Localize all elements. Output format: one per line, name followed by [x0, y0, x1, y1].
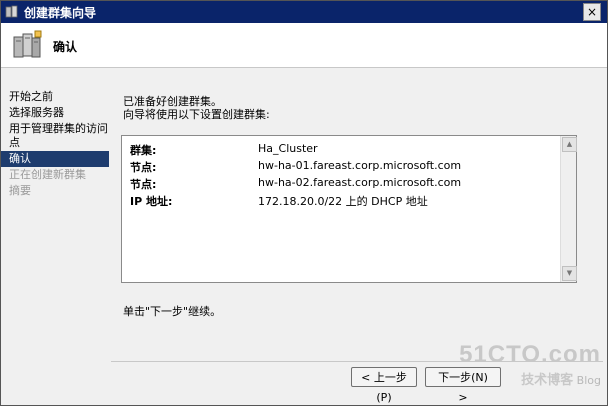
wizard-steps: 开始之前 选择服务器 用于管理群集的访问点 确认 正在创建新群集 摘要: [1, 89, 109, 405]
scroll-up-icon[interactable]: ▲: [562, 137, 577, 152]
setting-key: IP 地址:: [130, 195, 173, 208]
settings-row: IP 地址: 172.18.20.0/22 上的 DHCP 地址: [130, 193, 428, 209]
cluster-servers-icon: [13, 30, 42, 58]
step-before-you-begin[interactable]: 开始之前: [1, 89, 109, 105]
watermark-site: 51CTO.com: [459, 341, 601, 368]
wizard-window: 创建群集向导 × 确认 开始之前 选择服务器 用于管理群集的访问点 确认 正在创…: [0, 0, 608, 406]
step-select-servers[interactable]: 选择服务器: [1, 105, 109, 121]
setting-value: 172.18.20.0/22 上的 DHCP 地址: [258, 195, 428, 208]
watermark-blog: Blog: [576, 374, 601, 387]
close-button[interactable]: ×: [583, 3, 601, 21]
title-bar: 创建群集向导 ×: [1, 1, 607, 23]
close-icon: ×: [586, 5, 598, 19]
intro-text: 已准备好创建群集。 向导将使用以下设置创建群集:: [123, 95, 270, 121]
setting-key: 节点:: [130, 178, 157, 191]
settings-listbox[interactable]: 群集: Ha_Cluster 节点: hw-ha-01.fareast.corp…: [121, 135, 577, 283]
watermark-tech-blog: 技术博客: [521, 373, 574, 388]
app-icon: [5, 5, 18, 18]
previous-button[interactable]: < 上一步(P): [351, 367, 417, 404]
setting-key: 节点:: [130, 161, 157, 174]
scroll-down-icon[interactable]: ▼: [562, 266, 577, 281]
setting-value: Ha_Cluster: [258, 142, 318, 155]
continue-hint: 单击"下一步"继续。: [123, 305, 222, 318]
step-creating-cluster: 正在创建新群集: [9, 168, 86, 181]
settings-row: 节点: hw-ha-02.fareast.corp.microsoft.com: [130, 176, 461, 192]
page-title: 确认: [53, 40, 78, 54]
watermark: 51CTO.com 技术博客 Blog: [459, 341, 601, 388]
main-content: 已准备好创建群集。 向导将使用以下设置创建群集: 群集: Ha_Cluster …: [111, 89, 603, 361]
setting-key: 群集:: [130, 144, 157, 157]
settings-row: 群集: Ha_Cluster: [130, 142, 318, 158]
page-header: 确认: [1, 23, 607, 68]
intro-line-2: 向导将使用以下设置创建群集:: [123, 108, 270, 121]
step-confirmation[interactable]: 确认: [1, 151, 109, 167]
step-summary: 摘要: [9, 184, 31, 197]
step-access-point[interactable]: 用于管理群集的访问点: [1, 121, 109, 151]
intro-line-1: 已准备好创建群集。: [123, 95, 222, 108]
setting-value: hw-ha-01.fareast.corp.microsoft.com: [258, 159, 462, 172]
setting-value: hw-ha-02.fareast.corp.microsoft.com: [258, 176, 462, 189]
vertical-scrollbar[interactable]: ▲ ▼: [560, 136, 577, 282]
settings-list: 群集: Ha_Cluster 节点: hw-ha-01.fareast.corp…: [122, 136, 560, 282]
settings-row: 节点: hw-ha-01.fareast.corp.microsoft.com: [130, 159, 461, 175]
window-title: 创建群集向导: [24, 5, 97, 20]
